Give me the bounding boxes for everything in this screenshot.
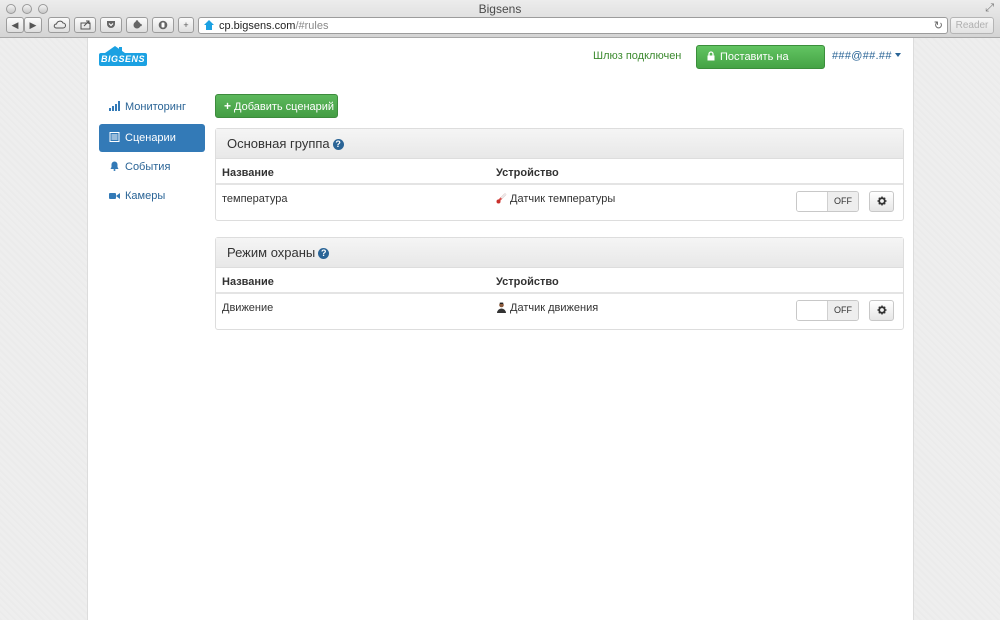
zoom-window-button[interactable] xyxy=(38,4,48,14)
add-scenario-label: Добавить сценарий xyxy=(234,101,335,113)
group-title: Режим охраны xyxy=(227,245,316,260)
group-header: Основная группа? xyxy=(216,129,903,159)
device-cell: Датчик температуры xyxy=(496,193,615,205)
column-name-header: Название xyxy=(222,276,274,288)
gear-icon xyxy=(877,196,886,206)
video-camera-icon xyxy=(109,193,120,199)
reader-button[interactable]: Reader xyxy=(950,17,994,34)
lock-icon xyxy=(707,51,715,61)
logo-chimney xyxy=(119,47,122,52)
scenario-settings-button[interactable] xyxy=(869,300,894,321)
scenario-name: Движение xyxy=(222,302,274,314)
back-button[interactable]: ◀ xyxy=(6,17,24,33)
toggle-state: OFF xyxy=(828,192,858,211)
bar-chart-icon xyxy=(109,101,120,111)
group-header: Режим охраны? xyxy=(216,238,903,268)
bell-icon xyxy=(110,161,119,171)
url-host: cp.bigsens.com xyxy=(219,20,296,32)
bigsens-logo[interactable]: BIGSENS xyxy=(99,46,147,68)
window-title: Bigsens xyxy=(478,2,522,16)
add-scenario-button[interactable]: + Добавить сценарий xyxy=(215,94,338,118)
device-cell: Датчик движения xyxy=(496,302,598,314)
share-icon xyxy=(80,20,90,30)
browser-toolbar: Bigsens ⤢ ◀ ▶ + cp.bigsens.com/#rules ↻ … xyxy=(0,0,1000,38)
device-name: Датчик температуры xyxy=(510,193,616,205)
help-icon[interactable]: ? xyxy=(318,248,330,259)
icloud-tabs-button[interactable] xyxy=(48,17,70,33)
adblock-button[interactable] xyxy=(152,17,174,33)
app-container: BIGSENS Шлюз подключен Поставить на охра… xyxy=(87,38,914,620)
caret-down-icon xyxy=(894,53,901,57)
sidebar-item-label: События xyxy=(125,161,171,173)
scenario-toggle[interactable]: OFF xyxy=(796,191,859,212)
table-row: Движение Датчик движения OFF xyxy=(216,294,903,329)
sidebar-item-label: Камеры xyxy=(125,190,166,202)
person-icon xyxy=(497,302,506,313)
table-header: Название Устройство xyxy=(216,159,903,185)
page-background: BIGSENS Шлюз подключен Поставить на охра… xyxy=(0,38,1000,620)
logo-text: BIGSENS xyxy=(99,53,147,66)
column-device-header: Устройство xyxy=(496,276,559,288)
plus-icon: + xyxy=(224,99,232,113)
gateway-status: Шлюз подключен xyxy=(593,50,682,62)
arm-security-button[interactable]: Поставить на охрану xyxy=(696,45,825,85)
scenario-toggle[interactable]: OFF xyxy=(796,300,859,321)
address-bar[interactable]: cp.bigsens.com/#rules ↻ xyxy=(198,17,948,34)
thermometer-icon xyxy=(496,193,507,204)
url-path: /#rules xyxy=(295,20,329,32)
column-name-header: Название xyxy=(222,167,274,179)
list-icon xyxy=(109,132,120,142)
hand-icon xyxy=(158,20,168,30)
toggle-knob xyxy=(797,192,828,211)
url-text: cp.bigsens.com/#rules xyxy=(219,20,328,32)
sidebar-item-label: Мониторинг xyxy=(125,101,187,113)
scenario-name: температура xyxy=(222,193,288,205)
cloud-icon xyxy=(53,20,66,29)
table-row: температура Датчик температуры OFF xyxy=(216,185,903,220)
toggle-knob xyxy=(797,301,828,320)
minimize-window-button[interactable] xyxy=(22,4,32,14)
sidebar-item-events[interactable]: События xyxy=(99,153,205,181)
forward-button[interactable]: ▶ xyxy=(24,17,42,33)
new-tab-button[interactable]: + xyxy=(178,17,194,33)
fullscreen-icon[interactable]: ⤢ xyxy=(985,2,994,15)
extension-button[interactable] xyxy=(126,17,148,33)
close-window-button[interactable] xyxy=(6,4,16,14)
scenario-group-main: Основная группа? Название Устройство тем… xyxy=(215,128,904,221)
column-device-header: Устройство xyxy=(496,167,559,179)
sidebar-item-label: Сценарии xyxy=(125,132,176,144)
gear-icon xyxy=(877,305,886,315)
pocket-button[interactable] xyxy=(100,17,122,33)
sidebar-item-scenarios[interactable]: Сценарии xyxy=(99,124,205,152)
sidebar-item-cameras[interactable]: Камеры xyxy=(99,182,205,210)
user-email: ###@##.## xyxy=(832,50,892,62)
sidebar-item-monitoring[interactable]: Мониторинг xyxy=(99,93,205,121)
scenario-group-security: Режим охраны? Название Устройство Движен… xyxy=(215,237,904,330)
pocket-icon xyxy=(107,21,115,28)
arm-security-label: Поставить на охрану xyxy=(707,51,789,85)
puzzle-icon xyxy=(133,20,142,29)
user-menu[interactable]: ###@##.## xyxy=(832,50,901,62)
toggle-state: OFF xyxy=(828,301,858,320)
logo-roof xyxy=(105,46,125,53)
reload-icon[interactable]: ↻ xyxy=(934,19,943,32)
table-header: Название Устройство xyxy=(216,268,903,294)
home-icon xyxy=(204,20,214,30)
share-button[interactable] xyxy=(74,17,96,33)
help-icon[interactable]: ? xyxy=(332,139,344,150)
group-title: Основная группа xyxy=(227,136,330,151)
device-name: Датчик движения xyxy=(510,302,599,314)
scenario-settings-button[interactable] xyxy=(869,191,894,212)
